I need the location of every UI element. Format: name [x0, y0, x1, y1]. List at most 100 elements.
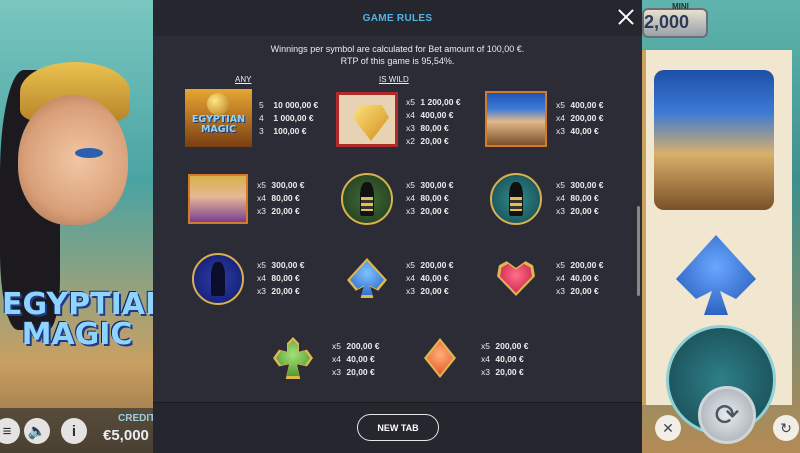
reels-area	[642, 0, 800, 453]
new-tab-button[interactable]: NEW TAB	[357, 414, 439, 441]
egyptian-magic-logo-symbol: EGYPTIAN MAGIC	[185, 89, 252, 147]
payout-row: x3 20,00 €	[406, 285, 453, 298]
payout-value: 40,00 €	[495, 354, 524, 364]
payout-row: x5 200,00 €	[556, 259, 603, 272]
paytable-logo: 5 10 000,00 € 4 1 000,00 € 3 100,00 €	[259, 99, 318, 138]
payout-row: x3 40,00 €	[556, 125, 603, 138]
scrollbar[interactable]	[637, 206, 640, 296]
pharaoh-symbol	[485, 91, 547, 147]
payout-multiplier: x5	[406, 97, 415, 107]
payout-row: x3 20,00 €	[257, 285, 304, 298]
payout-multiplier: x4	[406, 110, 415, 120]
payout-row: x3 20,00 €	[257, 205, 304, 218]
paytable-pharaoh: x5 400,00 € x4 200,00 € x3 40,00 €	[556, 99, 603, 138]
close-icon[interactable]	[617, 8, 635, 26]
payout-row: x5 300,00 €	[406, 179, 453, 192]
payout-row: x5 400,00 €	[556, 99, 603, 112]
rules-content[interactable]: Winnings per symbol are calculated for B…	[153, 36, 642, 402]
anubis-green-symbol	[341, 173, 393, 225]
payout-multiplier: x3	[556, 286, 565, 296]
payout-multiplier: x4	[556, 193, 565, 203]
payout-value: 20,00 €	[271, 206, 300, 216]
paytable-bastet: x5 300,00 € x4 80,00 € x3 20,00 €	[257, 259, 304, 298]
payout-row: x3 20,00 €	[556, 285, 603, 298]
any-label: ANY	[235, 75, 252, 84]
payout-value: 20,00 €	[346, 367, 375, 377]
paytable-anubis-green: x5 300,00 € x4 80,00 € x3 20,00 €	[406, 179, 453, 218]
payout-value: 20,00 €	[271, 286, 300, 296]
modal-footer: NEW TAB	[153, 402, 642, 453]
payout-row: x3 80,00 €	[406, 122, 461, 135]
sound-icon[interactable]: 🔈	[24, 418, 50, 444]
payout-value: 80,00 €	[420, 193, 449, 203]
payout-row: x5 300,00 €	[257, 179, 304, 192]
payout-multiplier: x4	[406, 193, 415, 203]
payout-value: 300,00 €	[271, 260, 305, 270]
payout-multiplier: x5	[406, 260, 415, 270]
payout-value: 80,00 €	[271, 273, 300, 283]
turbo-off-icon[interactable]: ✕	[655, 415, 681, 441]
payout-row: x5 300,00 €	[556, 179, 603, 192]
payout-multiplier: x5	[556, 100, 565, 110]
payout-value: 20,00 €	[420, 286, 449, 296]
payout-value: 1 000,00 €	[273, 113, 314, 123]
reel-spade-symbol	[676, 235, 756, 315]
payout-multiplier: x3	[406, 286, 415, 296]
paytable-anubis-teal: x5 300,00 € x4 80,00 € x3 20,00 €	[556, 179, 603, 218]
payout-value: 80,00 €	[420, 123, 449, 133]
payout-multiplier: x5	[481, 341, 490, 351]
payout-value: 100,00 €	[273, 126, 307, 136]
payout-value: 1 200,00 €	[420, 97, 461, 107]
payout-multiplier: x3	[332, 367, 341, 377]
payout-multiplier: x4	[257, 273, 266, 283]
game-rules-modal: GAME RULES Winnings per symbol are calcu…	[153, 0, 642, 453]
cleopatra-symbol	[188, 174, 248, 224]
payout-row: x4 80,00 €	[406, 192, 453, 205]
payout-multiplier: x5	[332, 341, 341, 351]
payout-multiplier: x2	[406, 136, 415, 146]
payout-value: 10 000,00 €	[273, 100, 319, 110]
cleopatra-artwork: EGYPTIAN MAGIC	[0, 0, 153, 453]
is-wild-label: IS WILD	[379, 75, 409, 84]
payout-multiplier: x3	[406, 123, 415, 133]
payout-value: 40,00 €	[570, 273, 599, 283]
paytable-club: x5 200,00 € x4 40,00 € x3 20,00 €	[332, 340, 379, 379]
payout-row: 3 100,00 €	[259, 125, 318, 138]
spin-button[interactable]: ⟳	[698, 386, 756, 444]
payout-multiplier: x3	[481, 367, 490, 377]
payout-multiplier: x4	[556, 273, 565, 283]
paytable-heart: x5 200,00 € x4 40,00 € x3 20,00 €	[556, 259, 603, 298]
payout-row: x5 1 200,00 €	[406, 96, 461, 109]
paytable-spade: x5 200,00 € x4 40,00 € x3 20,00 €	[406, 259, 453, 298]
payout-value: 80,00 €	[570, 193, 599, 203]
diamond-symbol	[424, 338, 456, 378]
payout-row: x4 80,00 €	[257, 192, 304, 205]
payout-value: 200,00 €	[495, 341, 529, 351]
payout-row: x4 40,00 €	[406, 272, 453, 285]
payout-value: 200,00 €	[346, 341, 380, 351]
payout-row: x4 80,00 €	[556, 192, 603, 205]
autoplay-icon[interactable]: ↻	[773, 415, 799, 441]
credit-value: €5,000	[103, 427, 149, 444]
payout-multiplier: x4	[556, 113, 565, 123]
payout-value: 300,00 €	[570, 180, 604, 190]
payout-multiplier: 3	[259, 126, 264, 136]
payout-row: x4 400,00 €	[406, 109, 461, 122]
payout-row: x5 200,00 €	[481, 340, 528, 353]
payout-row: x4 80,00 €	[257, 272, 304, 285]
info-icon[interactable]: i	[61, 418, 87, 444]
payout-value: 20,00 €	[420, 206, 449, 216]
payout-row: x3 20,00 €	[406, 205, 453, 218]
paytable-cleopatra: x5 300,00 € x4 80,00 € x3 20,00 €	[257, 179, 304, 218]
wild-gem-symbol	[336, 92, 398, 147]
modal-title: GAME RULES	[362, 13, 433, 24]
payout-row: x5 200,00 €	[406, 259, 453, 272]
payout-value: 40,00 €	[346, 354, 375, 364]
payout-multiplier: x5	[257, 180, 266, 190]
payout-row: x5 200,00 €	[332, 340, 379, 353]
payout-row: x3 20,00 €	[556, 205, 603, 218]
payout-row: x4 40,00 €	[481, 353, 528, 366]
payout-value: 400,00 €	[420, 110, 454, 120]
payout-multiplier: 5	[259, 100, 264, 110]
anubis-teal-symbol	[490, 173, 542, 225]
